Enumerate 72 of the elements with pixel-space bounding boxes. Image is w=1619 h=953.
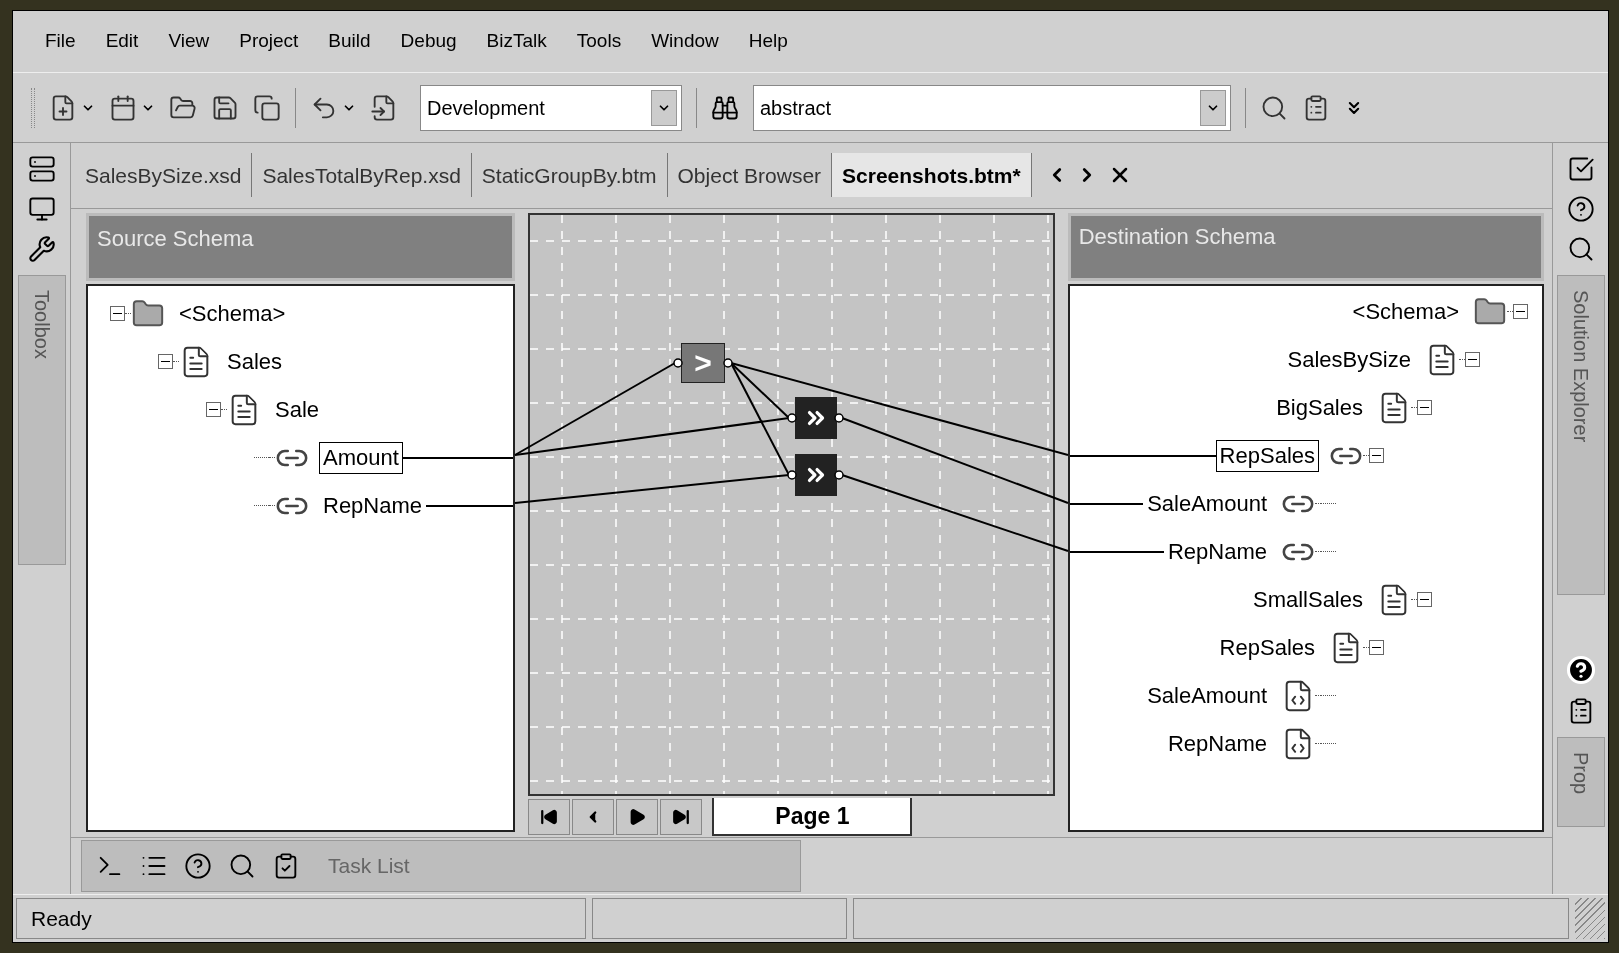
menu-item[interactable]: File bbox=[33, 27, 88, 56]
status-text: Ready bbox=[16, 898, 586, 939]
menu-item[interactable]: BizTalk bbox=[474, 27, 559, 56]
schema-node-label[interactable]: BigSales bbox=[1272, 391, 1367, 424]
value-mapping-functoid[interactable] bbox=[795, 397, 837, 439]
schema-node-label[interactable]: SaleAmount bbox=[1143, 487, 1271, 520]
schema-node-label[interactable]: SmallSales bbox=[1248, 583, 1367, 616]
panel-header: Source Schema bbox=[86, 212, 516, 281]
server-icon[interactable] bbox=[27, 155, 56, 183]
menu-item[interactable]: Window bbox=[639, 27, 731, 56]
collapse-toggle[interactable] bbox=[1417, 400, 1432, 416]
schema-node-label[interactable]: <Schema> bbox=[1348, 295, 1463, 328]
port-icon bbox=[834, 413, 844, 423]
collapse-toggle[interactable] bbox=[1513, 304, 1528, 320]
page-nav-button[interactable] bbox=[616, 798, 659, 835]
document-tab[interactable]: Screenshots.btm* bbox=[832, 153, 1032, 198]
schema-node-label[interactable]: Amount bbox=[319, 441, 403, 474]
port-icon bbox=[673, 358, 683, 368]
menu-item[interactable]: Debug bbox=[388, 27, 469, 56]
panel-header: Destination Schema bbox=[1067, 212, 1544, 281]
schema-node-label[interactable]: SaleAmount bbox=[1143, 679, 1271, 712]
schema-node-label[interactable]: RepSales bbox=[1215, 439, 1319, 472]
collapse-toggle[interactable] bbox=[1369, 640, 1384, 656]
help-icon[interactable] bbox=[184, 852, 212, 880]
schema-node-label[interactable]: Sales bbox=[223, 345, 287, 378]
menu-item[interactable]: Tools bbox=[564, 27, 634, 56]
comparison-functoid[interactable]: > bbox=[681, 343, 725, 383]
menu-item[interactable]: Project bbox=[227, 27, 311, 56]
resize-grip-icon[interactable] bbox=[1575, 898, 1605, 939]
solution-explorer-tab[interactable]: Solution Explorer bbox=[1556, 275, 1605, 595]
menu-item[interactable]: Edit bbox=[93, 27, 151, 56]
collapse-toggle[interactable] bbox=[110, 306, 125, 322]
menu-item[interactable]: Help bbox=[736, 27, 800, 56]
monitor-icon[interactable] bbox=[27, 195, 56, 223]
schema-node-label[interactable]: RepName bbox=[1163, 727, 1271, 760]
configuration-dropdown[interactable]: Development bbox=[420, 84, 682, 131]
page-nav-button[interactable] bbox=[660, 798, 703, 835]
collapse-toggle[interactable] bbox=[1369, 448, 1384, 464]
schema-node-label[interactable]: RepName bbox=[1163, 535, 1271, 568]
schema-node-label[interactable]: RepName bbox=[319, 489, 427, 522]
document-tab[interactable]: StaticGroupBy.btm bbox=[471, 153, 668, 198]
port-icon bbox=[787, 413, 797, 423]
port-icon bbox=[787, 470, 797, 480]
collapse-toggle[interactable] bbox=[1417, 592, 1432, 608]
search-icon[interactable] bbox=[228, 852, 256, 880]
document-tab[interactable]: SalesBySize.xsd bbox=[75, 153, 253, 198]
value-mapping-functoid[interactable] bbox=[795, 454, 837, 496]
page-tab[interactable]: Page 1 bbox=[712, 797, 913, 836]
collapse-toggle[interactable] bbox=[206, 402, 221, 418]
schema-node-label[interactable]: Sale bbox=[271, 393, 324, 426]
page-nav-button[interactable] bbox=[528, 798, 571, 835]
menu-item[interactable]: View bbox=[156, 27, 222, 56]
help-icon[interactable] bbox=[1566, 195, 1595, 223]
collapse-toggle[interactable] bbox=[1465, 352, 1480, 368]
play-icon bbox=[628, 807, 647, 826]
menu-item[interactable]: Build bbox=[316, 27, 383, 56]
port-icon bbox=[723, 358, 733, 368]
page-nav-button[interactable] bbox=[572, 798, 615, 835]
last-page-icon bbox=[672, 807, 691, 826]
collapse-toggle[interactable] bbox=[158, 354, 173, 370]
schema-node-label[interactable]: RepSales bbox=[1215, 631, 1319, 664]
port-icon bbox=[834, 470, 844, 480]
schema-node-label[interactable]: SalesBySize bbox=[1283, 343, 1415, 376]
calendar-icon[interactable] bbox=[109, 93, 137, 122]
tools-icon[interactable] bbox=[27, 235, 56, 263]
find-combo[interactable]: abstract bbox=[753, 84, 1231, 131]
schema-node-label[interactable]: <Schema> bbox=[175, 297, 290, 330]
toolbox-tab[interactable]: Toolbox bbox=[17, 275, 66, 565]
document-tab[interactable]: SalesTotalByRep.xsd bbox=[252, 153, 472, 198]
first-page-icon bbox=[540, 807, 559, 826]
properties-tab[interactable]: Prop bbox=[1556, 737, 1605, 827]
copy-icon[interactable] bbox=[253, 93, 281, 122]
